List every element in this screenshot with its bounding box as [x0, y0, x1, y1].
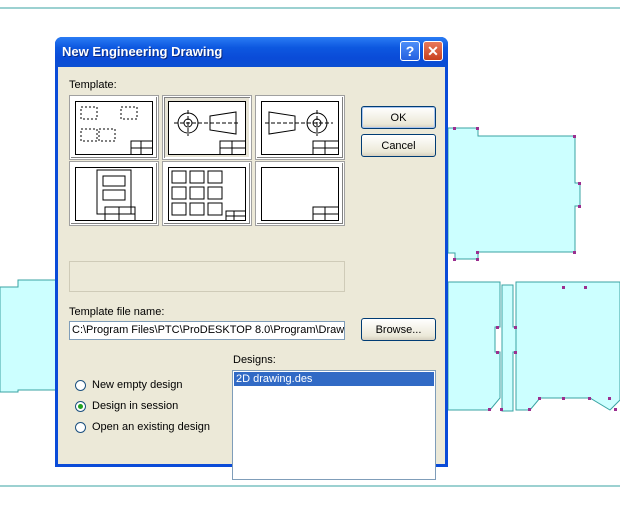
- template-description-box: [69, 261, 345, 292]
- template-file-field[interactable]: C:\Program Files\PTC\ProDESKTOP 8.0\Prog…: [69, 321, 345, 340]
- layout-blank-boxes-template-icon: [75, 101, 153, 155]
- radio-label: Design in session: [92, 400, 179, 412]
- part-profile-left: [0, 279, 59, 393]
- ok-button[interactable]: OK: [361, 106, 436, 129]
- dialog-title: New Engineering Drawing: [62, 44, 223, 59]
- cancel-button[interactable]: Cancel: [361, 134, 436, 157]
- part-profile-middle-right: [447, 281, 501, 411]
- help-icon: ?: [405, 43, 415, 59]
- close-button[interactable]: ✕: [423, 41, 443, 61]
- radio-open-existing-design[interactable]: Open an existing design: [75, 419, 210, 435]
- empty-sheet-template-icon: [261, 167, 339, 221]
- help-button[interactable]: ?: [400, 41, 420, 61]
- template-option-3[interactable]: [256, 96, 344, 159]
- template-option-4[interactable]: [70, 162, 158, 225]
- template-option-2[interactable]: [163, 96, 251, 159]
- part-profile-far-right: [515, 281, 620, 411]
- new-engineering-drawing-dialog: New Engineering Drawing ? ✕ Template: Te…: [55, 37, 448, 480]
- radio-button-checked[interactable]: [75, 400, 86, 412]
- grid-views-template-icon: [168, 167, 246, 221]
- radio-label: Open an existing design: [92, 421, 211, 433]
- single-view-template-icon: [75, 167, 153, 221]
- radio-design-in-session[interactable]: Design in session: [75, 398, 178, 414]
- template-label: Template:: [69, 79, 117, 91]
- radio-label: New empty design: [92, 379, 183, 391]
- designs-label: Designs:: [233, 354, 276, 366]
- template-option-5[interactable]: [163, 162, 251, 225]
- template-picker: [69, 95, 347, 226]
- radio-new-empty-design[interactable]: New empty design: [75, 377, 183, 393]
- designs-list[interactable]: 2D drawing.des: [232, 370, 436, 480]
- template-option-6[interactable]: [256, 162, 344, 225]
- radio-button[interactable]: [75, 421, 86, 433]
- two-view-front-left-template-icon: [168, 101, 246, 155]
- list-item[interactable]: 2D drawing.des: [234, 372, 434, 386]
- radio-button[interactable]: [75, 379, 86, 391]
- template-option-1[interactable]: [70, 96, 158, 159]
- browse-button[interactable]: Browse...: [361, 318, 436, 341]
- part-profile-upper-right: [447, 127, 581, 260]
- dialog-client-area: Template: Template file name: C:\Program…: [58, 67, 445, 480]
- close-icon: ✕: [427, 42, 439, 59]
- two-view-front-right-template-icon: [261, 101, 339, 155]
- dialog-titlebar[interactable]: New Engineering Drawing ? ✕: [55, 37, 448, 67]
- template-file-label: Template file name:: [69, 306, 165, 318]
